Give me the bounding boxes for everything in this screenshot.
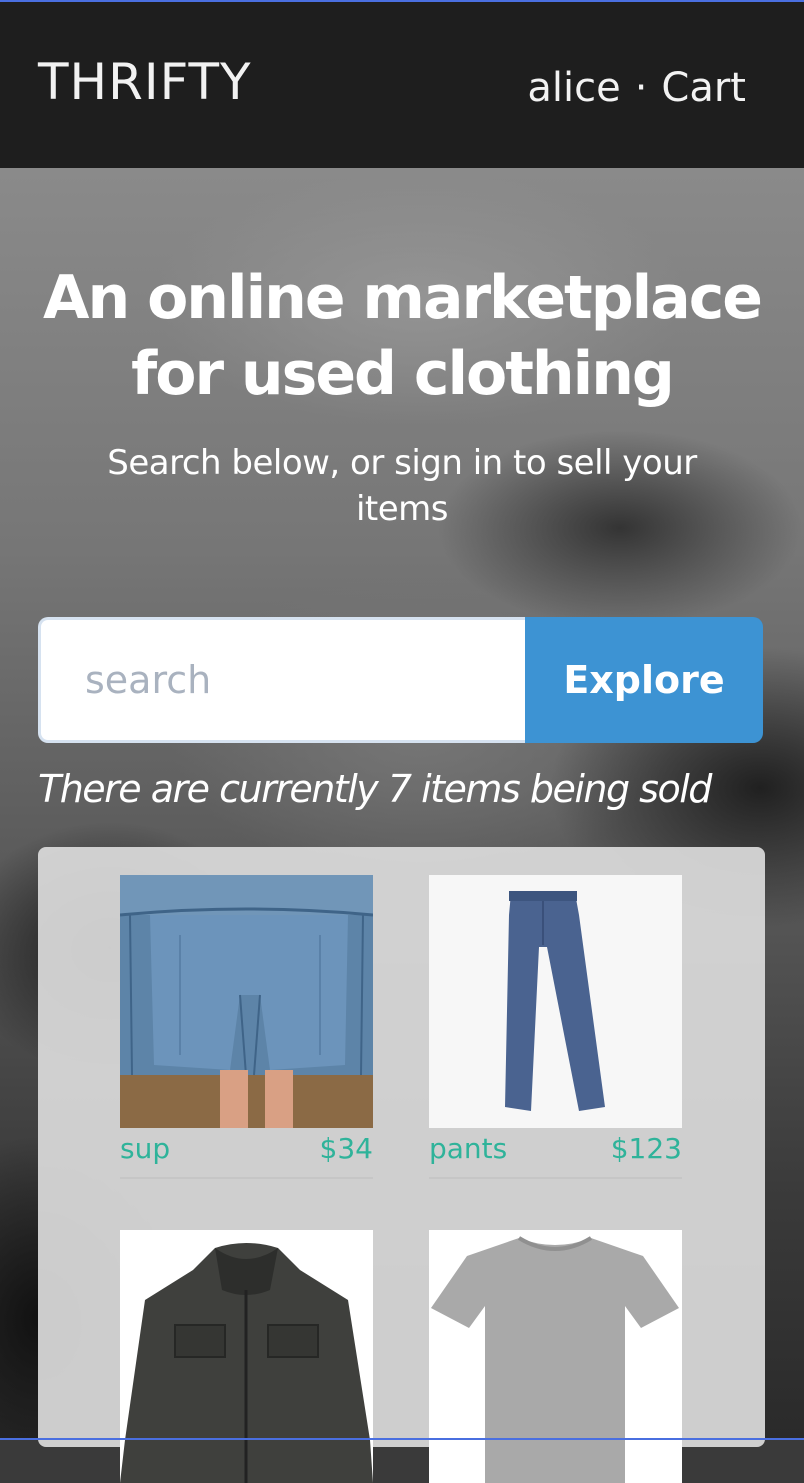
brand-logo[interactable]: THRIFTY <box>38 52 252 112</box>
cart-link[interactable]: Cart <box>661 60 746 116</box>
nav-separator: · <box>634 65 648 111</box>
item-meta: sup $34 <box>120 1132 373 1179</box>
items-count-text: There are currently 7 items being sold <box>38 767 712 811</box>
gray-tshirt-image[interactable] <box>429 1230 682 1483</box>
blue-pants-image[interactable] <box>429 875 682 1128</box>
item-price: $123 <box>610 1132 682 1165</box>
dark-jacket-image[interactable] <box>120 1230 373 1483</box>
page-border-top <box>0 0 804 2</box>
item-card[interactable] <box>120 1230 373 1483</box>
search-input[interactable] <box>38 617 525 743</box>
search-bar: Explore <box>38 617 763 743</box>
top-navbar: THRIFTY alice · Cart <box>0 2 804 168</box>
hero-subtitle: Search below, or sign in to sell your it… <box>107 443 697 529</box>
item-name[interactable]: sup <box>120 1132 170 1165</box>
hero-title: An online marketplace for used clothing <box>43 263 763 409</box>
hero-section: An online marketplace for used clothing … <box>0 168 804 532</box>
item-card[interactable] <box>429 1230 682 1483</box>
user-link[interactable]: alice <box>527 60 620 116</box>
nav-links: alice · Cart <box>527 60 746 116</box>
item-name[interactable]: pants <box>429 1132 507 1165</box>
explore-button[interactable]: Explore <box>525 617 763 743</box>
denim-shorts-image[interactable] <box>120 875 373 1128</box>
item-card[interactable]: sup $34 <box>120 875 373 1179</box>
item-card[interactable]: pants $123 <box>429 875 682 1179</box>
item-meta: pants $123 <box>429 1132 682 1179</box>
item-price: $34 <box>319 1132 373 1165</box>
items-grid: sup $34 pants $123 <box>38 847 765 1483</box>
